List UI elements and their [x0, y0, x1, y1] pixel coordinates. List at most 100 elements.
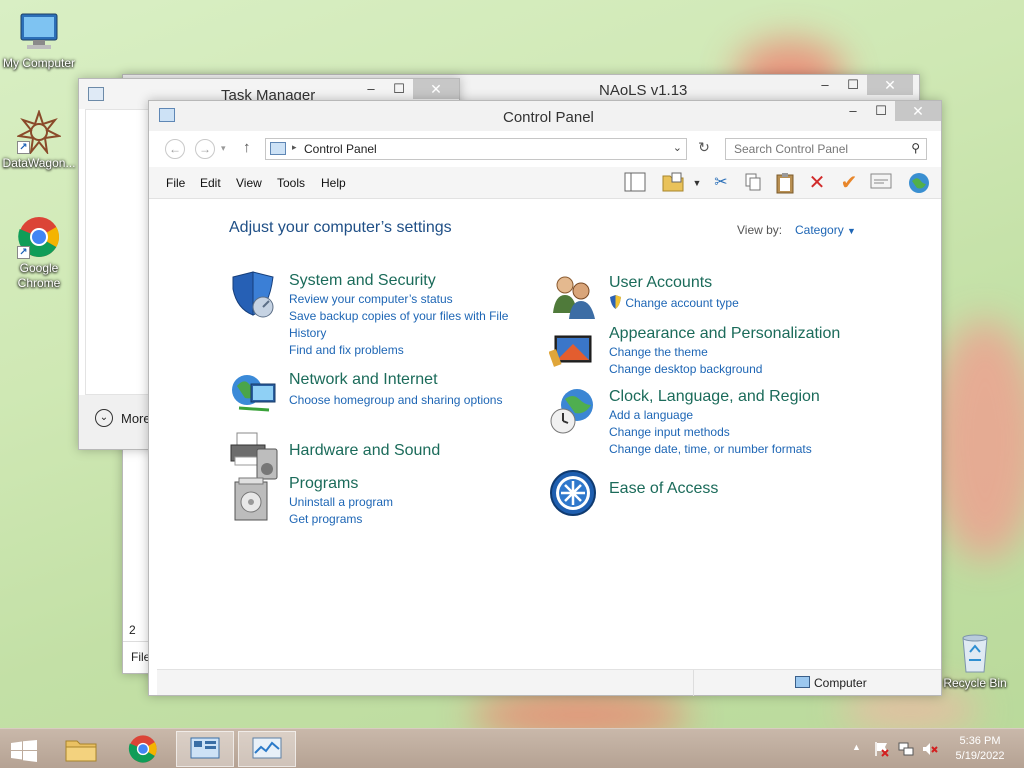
desktop-icon-google-chrome[interactable]: ↗ Google Chrome	[0, 215, 78, 291]
status-location: Computer	[814, 676, 867, 690]
folder-options-icon[interactable]	[661, 172, 685, 194]
desktop-icon-label: Google Chrome	[17, 261, 61, 290]
window-controls: – ☐ ✕	[357, 79, 459, 99]
category-network: Network and Internet Choose homegroup an…	[229, 370, 559, 420]
control-panel-icon	[270, 142, 286, 155]
link-change-theme[interactable]: Change the theme	[609, 344, 859, 361]
minimize-button[interactable]: –	[839, 101, 867, 121]
delete-icon[interactable]: ✕	[805, 172, 829, 194]
copy-icon[interactable]	[741, 172, 765, 194]
category-title-network[interactable]: Network and Internet	[289, 370, 539, 390]
recycle-bin-icon	[953, 630, 997, 674]
category-text: Appearance and Personalization Change th…	[609, 324, 859, 378]
control-panel-window[interactable]: Control Panel – ☐ ✕ ← → ▾ ↑ ▸ Control Pa…	[148, 100, 942, 696]
start-button[interactable]	[0, 731, 48, 767]
breadcrumb[interactable]: Control Panel	[304, 142, 377, 156]
taskbar-control-panel[interactable]	[176, 731, 234, 767]
address-box[interactable]: ▸ Control Panel ⌄	[265, 138, 687, 160]
desktop-icon-datawagon[interactable]: ↗ DataWagon...	[0, 108, 78, 171]
maximize-button[interactable]: ☐	[385, 79, 413, 99]
link-add-language[interactable]: Add a language	[609, 407, 859, 424]
system-clock[interactable]: 5:36 PM 5/19/2022	[948, 734, 1012, 764]
category-text: User Accounts Change account type	[609, 273, 859, 312]
close-button[interactable]: ✕	[895, 101, 941, 121]
cut-icon[interactable]: ✂	[709, 172, 733, 194]
programs-box-icon	[229, 474, 279, 524]
recent-pages-chevron-icon[interactable]: ▾	[221, 143, 226, 154]
category-title-system-security[interactable]: System and Security	[289, 271, 539, 291]
view-by-dropdown[interactable]: Category ▼	[795, 223, 856, 237]
page-title: Adjust your computer’s settings	[229, 219, 452, 236]
category-title-hardware[interactable]: Hardware and Sound	[289, 441, 539, 461]
view-by-value: Category	[795, 223, 844, 237]
minimize-button[interactable]: –	[357, 79, 385, 99]
search-icon[interactable]: ⚲	[911, 141, 920, 155]
category-text: Ease of Access	[609, 469, 859, 499]
menu-view[interactable]: View	[236, 176, 262, 190]
close-button[interactable]: ✕	[413, 79, 459, 99]
window-title: Control Panel	[503, 109, 594, 126]
desktop-icon-label: My Computer	[2, 56, 76, 70]
task-manager-icon	[88, 87, 104, 101]
chevron-down-icon[interactable]: ⌄	[95, 409, 113, 427]
breadcrumb-separator-icon: ▸	[292, 142, 297, 152]
taskbar-file-explorer[interactable]	[52, 731, 110, 767]
category-title-appearance[interactable]: Appearance and Personalization	[609, 324, 859, 344]
menu-tools[interactable]: Tools	[277, 176, 305, 190]
link-find-fix-problems[interactable]: Find and fix problems	[289, 342, 539, 359]
category-title-programs[interactable]: Programs	[289, 474, 539, 494]
network-globe-icon	[229, 370, 279, 420]
view-by-label: View by:	[737, 223, 783, 237]
category-text: Clock, Language, and Region Add a langua…	[609, 387, 859, 458]
category-title-user-accounts[interactable]: User Accounts	[609, 273, 859, 293]
layout-pane-icon[interactable]	[623, 172, 647, 194]
link-homegroup-sharing[interactable]: Choose homegroup and sharing options	[289, 392, 539, 409]
link-get-programs[interactable]: Get programs	[289, 511, 539, 528]
taskbar-task-manager[interactable]	[238, 731, 296, 767]
desktop-icon-my-computer[interactable]: My Computer	[0, 10, 78, 71]
up-arrow-button[interactable]: ↑	[243, 139, 251, 156]
menu-file[interactable]: File	[166, 176, 185, 190]
category-appearance: Appearance and Personalization Change th…	[548, 324, 869, 376]
link-review-status[interactable]: Review your computer’s status	[289, 291, 539, 308]
control-panel-title-bar[interactable]: Control Panel – ☐ ✕	[149, 101, 941, 131]
taskbar: ▲ 5:36 PM 5/19/2022	[0, 728, 1024, 768]
maximize-button[interactable]: ☐	[839, 75, 867, 95]
category-system-security: System and Security Review your computer…	[229, 271, 529, 357]
link-change-input-methods[interactable]: Change input methods	[609, 424, 859, 441]
forward-button[interactable]: →	[195, 139, 215, 159]
computer-icon	[795, 676, 810, 688]
back-button[interactable]: ←	[165, 139, 185, 159]
desktop-icon-recycle-bin[interactable]: Recycle Bin	[936, 630, 1014, 691]
properties-icon[interactable]	[869, 172, 893, 194]
category-title-ease-of-access[interactable]: Ease of Access	[609, 479, 859, 499]
link-change-desktop-background[interactable]: Change desktop background	[609, 361, 859, 378]
refresh-button[interactable]: ↻	[693, 139, 715, 161]
link-change-date-time-formats[interactable]: Change date, time, or number formats	[609, 441, 859, 458]
close-button[interactable]: ✕	[867, 75, 913, 95]
globe-icon[interactable]	[907, 172, 931, 194]
menu-help[interactable]: Help	[321, 176, 346, 190]
taskbar-chrome[interactable]	[114, 731, 172, 767]
link-uninstall-program[interactable]: Uninstall a program	[289, 494, 539, 511]
ease-of-access-icon	[549, 469, 599, 519]
menu-edit[interactable]: Edit	[200, 176, 221, 190]
search-input[interactable]: Search Control Panel ⚲	[725, 138, 927, 160]
chrome-icon	[128, 735, 157, 763]
dropdown-arrow-icon[interactable]: ▼	[685, 172, 709, 194]
paste-icon[interactable]	[773, 172, 797, 194]
menu-bar: File Edit View Tools Help ▼ ✂ ✕ ✔	[149, 167, 941, 199]
link-file-history[interactable]: Save backup copies of your files with Fi…	[289, 308, 514, 342]
maximize-button[interactable]: ☐	[867, 101, 895, 121]
more-details-link[interactable]: More	[121, 411, 151, 426]
link-change-account-type[interactable]: Change account type	[609, 295, 859, 312]
category-text: Programs Uninstall a program Get program…	[289, 474, 539, 528]
address-dropdown-icon[interactable]: ⌄	[673, 141, 682, 154]
minimize-button[interactable]: –	[811, 75, 839, 95]
checkmark-icon[interactable]: ✔	[837, 172, 861, 194]
action-center-flag-icon[interactable]	[874, 741, 890, 757]
show-hidden-icons-button[interactable]: ▲	[852, 742, 861, 752]
network-icon[interactable]	[898, 741, 914, 757]
category-title-clock[interactable]: Clock, Language, and Region	[609, 387, 859, 407]
volume-muted-icon[interactable]	[922, 741, 938, 757]
